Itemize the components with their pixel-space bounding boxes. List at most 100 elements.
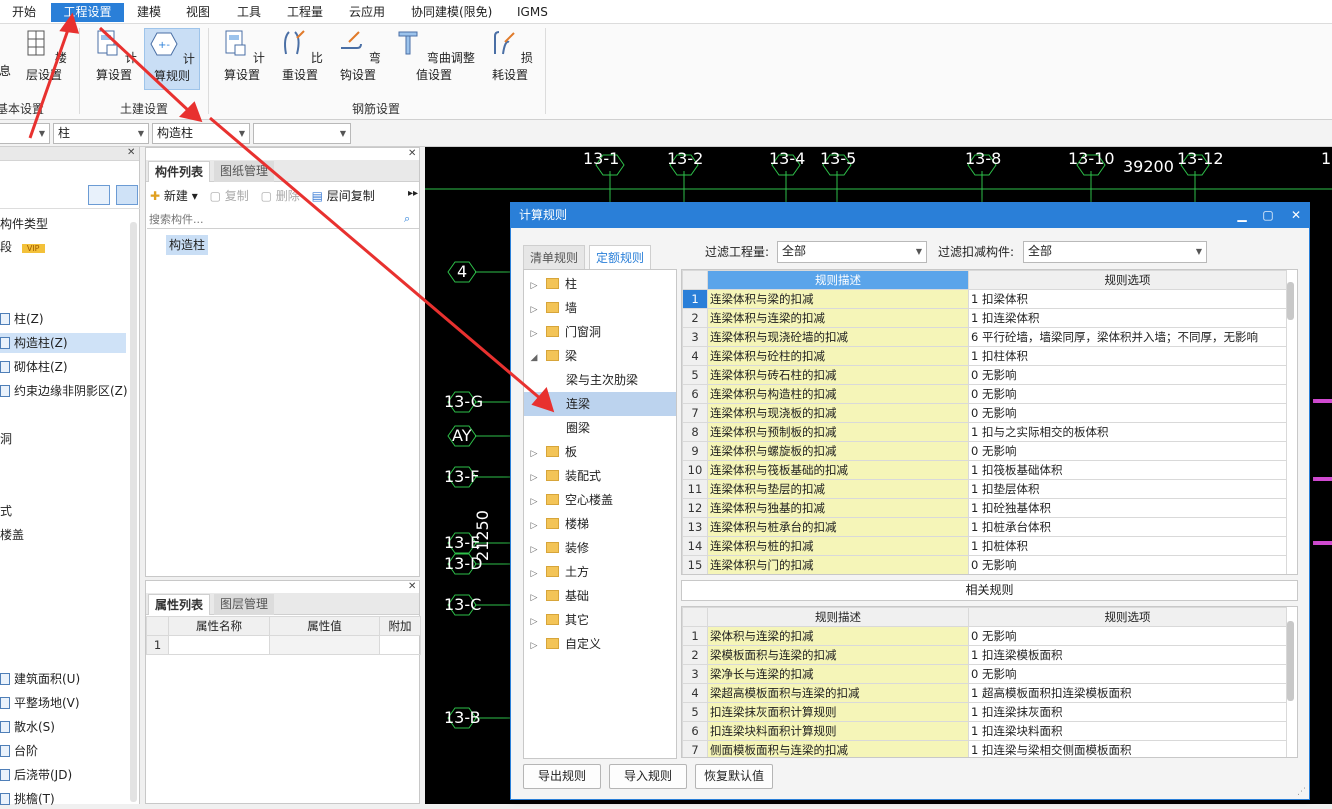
category-item[interactable]: ▷ 基础 [524,584,676,608]
copy-button[interactable]: ▢ 复制 [210,189,249,203]
rule-option-cell[interactable]: 6 平行砼墙，墙梁同厚，梁体积并入墙；不同厚，无影响 [968,327,1287,347]
rule-option-cell[interactable]: 1 扣连梁块料面积 [968,721,1287,741]
attr-extra-cell[interactable] [379,635,421,655]
tree-item-hollow-floor[interactable]: 楼盖 [0,525,24,545]
rule-description-cell[interactable]: 扣连梁块料面积计算规则 [707,721,969,741]
table-row[interactable]: 5 连梁体积与砖石柱的扣减 0 无影响 [682,365,1287,385]
category-item[interactable]: ▷ 板 [524,440,676,464]
table-row[interactable]: 11 连梁体积与垫层的扣减 1 扣垫层体积 [682,479,1287,499]
component-search-input[interactable] [147,210,419,229]
maximize-icon[interactable]: ▢ [1255,203,1281,228]
rebar-hook-setting-button[interactable]: 弯钩设置 [332,28,384,90]
table-row[interactable]: 12 连梁体积与独基的扣减 1 扣砼独基体积 [682,498,1287,518]
rule-option-cell[interactable]: 1 扣桩承台体积 [968,517,1287,537]
category-item[interactable]: ▷ 柱 [524,272,676,296]
rule-description-cell[interactable]: 梁净长与连梁的扣减 [707,664,969,684]
tree-item-site-leveling[interactable]: 平整场地(V) [0,693,80,713]
expand-icon[interactable]: ▷ [528,610,540,634]
category-item[interactable]: ▷ 自定义 [524,632,676,656]
table-row[interactable]: 14 连梁体积与桩的扣减 1 扣桩体积 [682,536,1287,556]
rule-option-cell[interactable]: 1 扣与之实际相交的板体积 [968,422,1287,442]
export-rules-button[interactable]: 导出规则 [523,764,601,789]
expand-icon[interactable]: ▷ [528,298,540,322]
rule-option-cell[interactable]: 1 扣连梁体积 [968,308,1287,328]
category-item[interactable]: ◢ 梁 [524,344,676,368]
menu-start[interactable]: 开始 [8,3,40,22]
table-row[interactable]: 15 连梁体积与门的扣减 0 无影响 [682,555,1287,574]
tab-drawing-management[interactable]: 图纸管理 [214,161,275,182]
search-icon[interactable]: ⌕ [404,212,410,226]
rule-option-cell[interactable]: 1 扣桩体积 [968,536,1287,556]
rule-option-cell[interactable]: 1 扣连梁与梁相交侧面模板面积 [968,740,1287,757]
category-item[interactable]: ▷ 装配式 [524,464,676,488]
scrollbar[interactable] [1287,282,1294,320]
rule-option-cell[interactable]: 1 扣柱体积 [968,346,1287,366]
rule-description-cell[interactable]: 连梁体积与桩的扣减 [707,536,969,556]
category-item[interactable]: 圈梁 [524,416,676,440]
tree-item-opening[interactable]: 洞 [0,429,12,449]
filter-deduct-select[interactable]: 全部 ▼ [1023,241,1207,263]
menu-project-settings[interactable]: 工程设置 [51,3,124,22]
component-item-selected[interactable]: 构造柱 [166,235,209,255]
expand-icon[interactable]: ▷ [528,586,540,610]
table-row[interactable]: 9 连梁体积与螺旋板的扣减 0 无影响 [682,441,1287,461]
rule-description-cell[interactable]: 连梁体积与桩承台的扣减 [707,517,969,537]
close-icon[interactable]: ✕ [408,581,416,592]
rule-option-cell[interactable]: 1 扣筏板基础体积 [968,460,1287,480]
category-item[interactable]: ▷ 楼梯 [524,512,676,536]
floor-combo[interactable]: ▼ [0,123,50,144]
menu-modeling[interactable]: 建模 [133,3,165,22]
rule-description-cell[interactable]: 连梁体积与现浇砼墙的扣减 [707,327,969,347]
expand-icon[interactable]: ▷ [528,442,540,466]
rule-description-cell[interactable]: 连梁体积与独基的扣减 [707,498,969,518]
table-row[interactable]: 4 梁超高模板面积与连梁的扣减 1 超高模板面积扣连梁模板面积 [682,683,1287,703]
category-item[interactable]: ▷ 门窗洞 [524,320,676,344]
rebar-ratio-setting-button[interactable]: 比重设置 [274,28,326,90]
restore-default-button[interactable]: 恢复默认值 [695,764,773,789]
tree-item-edge-zone[interactable]: 约束边缘非阴影区(Z) [0,381,128,401]
category-item[interactable]: 梁与主次肋梁 [524,368,676,392]
list-view-icon[interactable] [88,185,110,205]
menu-view[interactable]: 视图 [182,3,214,22]
table-row[interactable]: 8 连梁体积与预制板的扣减 1 扣与之实际相交的板体积 [682,422,1287,442]
expand-icon[interactable]: ▷ [528,514,540,538]
rebar-calc-setting-button[interactable]: 计算设置 [216,28,268,90]
table-row[interactable]: 6 连梁体积与构造柱的扣减 0 无影响 [682,384,1287,404]
category-item[interactable]: ▷ 装修 [524,536,676,560]
filter-project-select[interactable]: 全部 ▼ [777,241,927,263]
tab-list-rules[interactable]: 清单规则 [523,245,586,269]
table-row[interactable]: 4 连梁体积与砼柱的扣减 1 扣柱体积 [682,346,1287,366]
rule-option-cell[interactable]: 1 扣梁体积 [968,289,1287,309]
table-row[interactable]: 2 梁模板面积与连梁的扣减 1 扣连梁模板面积 [682,645,1287,665]
tab-layer-management[interactable]: 图层管理 [214,594,275,615]
expand-icon[interactable]: ▷ [528,274,540,298]
component-combo[interactable]: ▼ [253,123,351,144]
tree-item-building-area[interactable]: 建筑面积(U) [0,669,80,689]
rule-option-cell[interactable]: 1 扣砼独基体积 [968,498,1287,518]
tree-view-icon[interactable] [116,185,138,205]
rule-option-cell[interactable]: 0 无影响 [968,626,1287,646]
rule-option-cell[interactable]: 1 扣连梁抹灰面积 [968,702,1287,722]
subtype-combo[interactable]: 构造柱 ▼ [152,123,250,144]
tab-quota-rules[interactable]: 定额规则 [589,245,652,269]
menu-cloud[interactable]: 云应用 [345,3,389,22]
rule-option-cell[interactable]: 0 无影响 [968,384,1287,404]
expanded-icon[interactable]: ◢ [528,346,540,370]
tree-item-prefab[interactable]: 式 [0,501,12,521]
rule-description-cell[interactable]: 连梁体积与预制板的扣减 [707,422,969,442]
rule-description-cell[interactable]: 梁超高模板面积与连梁的扣减 [707,683,969,703]
close-icon[interactable]: ✕ [1283,203,1309,228]
minimize-icon[interactable]: ▁ [1229,203,1255,228]
category-item[interactable]: ▷ 墙 [524,296,676,320]
table-row[interactable]: 3 梁净长与连梁的扣减 0 无影响 [682,664,1287,684]
attr-name-cell[interactable] [168,635,270,655]
expand-icon[interactable]: ▷ [528,466,540,490]
civil-calc-setting-button[interactable]: 计算设置 [88,28,140,90]
rule-option-cell[interactable]: 0 无影响 [968,365,1287,385]
rule-description-cell[interactable]: 梁模板面积与连梁的扣减 [707,645,969,665]
menu-collab[interactable]: 协同建模(限免) [407,3,496,22]
rule-option-cell[interactable]: 1 超高模板面积扣连梁模板面积 [968,683,1287,703]
rebar-loss-setting-button[interactable]: 损耗设置 [484,28,536,90]
rule-option-cell[interactable]: 0 无影响 [968,403,1287,423]
rule-description-cell[interactable]: 连梁体积与连梁的扣减 [707,308,969,328]
